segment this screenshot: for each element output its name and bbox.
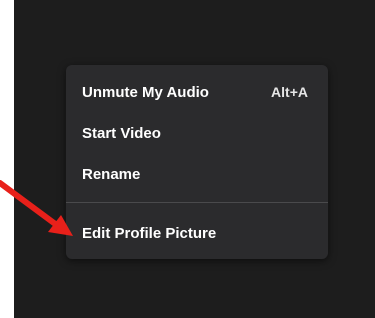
- menu-item-label: Unmute My Audio: [82, 83, 209, 101]
- menu-item-label: Edit Profile Picture: [82, 224, 217, 242]
- menu-item-label: Rename: [82, 165, 141, 183]
- menu-item-unmute-my-audio[interactable]: Unmute My Audio Alt+A: [66, 72, 328, 112]
- menu-item-edit-profile-picture[interactable]: Edit Profile Picture: [66, 213, 328, 253]
- menu-item-label: Start Video: [82, 124, 161, 142]
- menu-item-rename[interactable]: Rename: [66, 154, 328, 194]
- keyboard-shortcut: Alt+A: [271, 84, 308, 100]
- menu-item-start-video[interactable]: Start Video: [66, 113, 328, 153]
- menu-divider: [66, 202, 328, 203]
- red-pointer-arrow-icon: [0, 180, 73, 236]
